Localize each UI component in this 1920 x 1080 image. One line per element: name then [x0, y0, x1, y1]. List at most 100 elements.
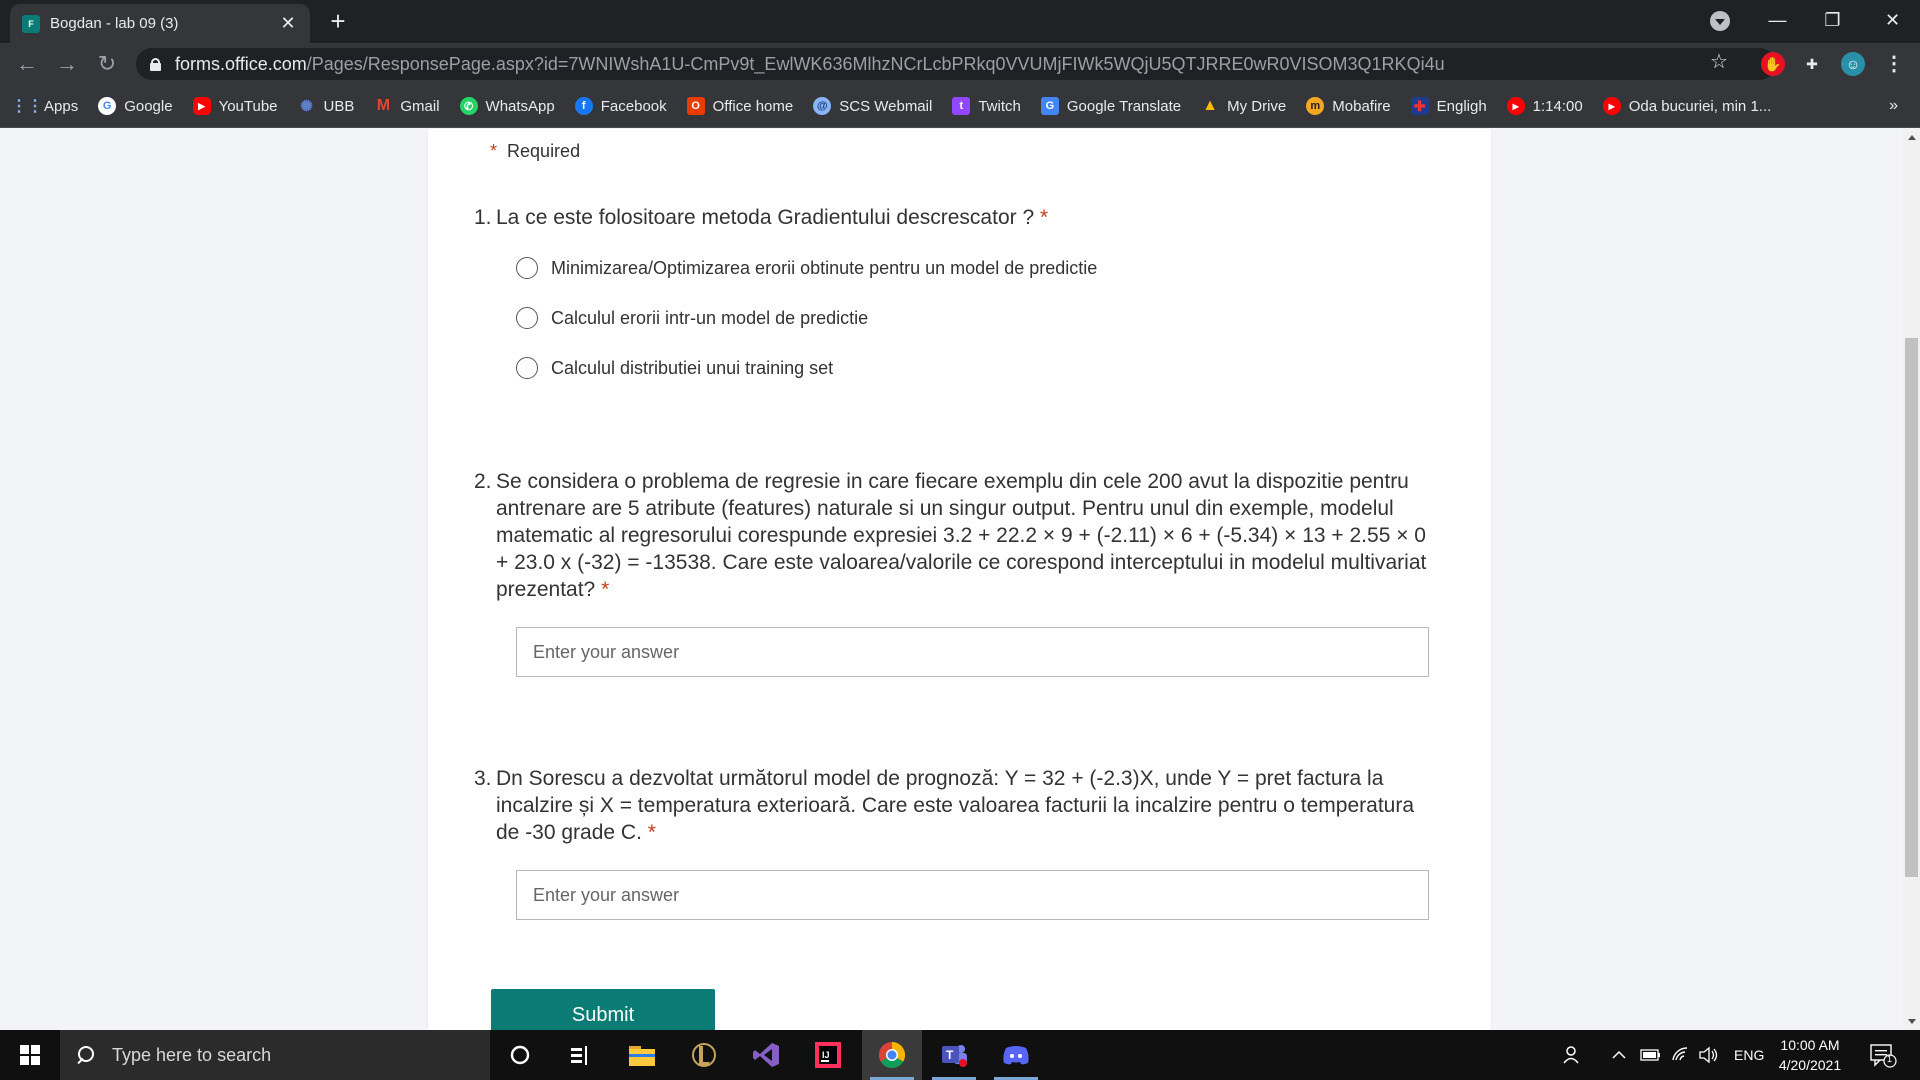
scroll-up-arrow-icon[interactable]: [1903, 129, 1920, 146]
drive-icon: ▲: [1202, 97, 1219, 114]
bookmark-label: Twitch: [978, 97, 1021, 115]
bookmark-video-1[interactable]: ▶ 1:14:00: [1506, 97, 1583, 115]
bookmark-twitch[interactable]: t Twitch: [952, 97, 1021, 115]
q1-option-3[interactable]: Calculul distributiei unui training set: [516, 357, 833, 379]
question-number: 1.: [474, 206, 492, 229]
lock-icon: [150, 58, 161, 71]
extensions-puzzle-icon[interactable]: ✚: [1800, 52, 1824, 76]
youtube-icon: ▶: [1602, 97, 1621, 115]
action-center-icon[interactable]: 1: [1868, 1040, 1898, 1070]
task-view-icon[interactable]: [550, 1030, 610, 1080]
bookmark-star-icon[interactable]: ☆: [1710, 49, 1728, 74]
bookmark-mobafire[interactable]: m Mobafire: [1306, 97, 1391, 115]
tab-search-icon[interactable]: [1710, 11, 1730, 31]
bookmark-video-2[interactable]: ▶ Oda bucuriei, min 1...: [1602, 97, 1771, 115]
radio-button[interactable]: [516, 357, 538, 379]
bookmark-ubb[interactable]: ✺ UBB: [298, 97, 354, 116]
required-asterisk: *: [647, 821, 656, 844]
bookmark-google[interactable]: G Google: [98, 97, 173, 115]
tab-close-icon[interactable]: ✕: [278, 13, 298, 34]
people-icon[interactable]: [1563, 1030, 1583, 1080]
discord-icon[interactable]: [986, 1030, 1046, 1080]
browser-tab-strip: F Bogdan - lab 09 (3) ✕ + — ❐ ✕: [0, 0, 1920, 43]
reload-button[interactable]: ↻: [92, 49, 122, 79]
form-card: * Required 1. La ce este folositoare met…: [428, 129, 1491, 1030]
clock-date: 4/20/2021: [1778, 1057, 1842, 1073]
radio-button[interactable]: [516, 257, 538, 279]
forward-button[interactable]: →: [52, 49, 82, 79]
bookmark-google-translate[interactable]: G Google Translate: [1040, 97, 1182, 115]
bookmark-apps[interactable]: ⋮⋮ Apps: [11, 97, 79, 116]
page-scrollbar[interactable]: [1903, 129, 1920, 1030]
wifi-icon[interactable]: [1671, 1030, 1691, 1080]
bookmark-label: YouTube: [218, 97, 278, 115]
bookmark-youtube[interactable]: ▶ YouTube: [192, 97, 278, 115]
tab-title: Bogdan - lab 09 (3): [50, 15, 179, 32]
browser-tab[interactable]: F Bogdan - lab 09 (3) ✕: [10, 4, 310, 43]
scroll-down-arrow-icon[interactable]: [1903, 1013, 1920, 1030]
start-button[interactable]: [0, 1030, 60, 1080]
adblock-extension-icon[interactable]: ✋: [1761, 52, 1785, 76]
bookmark-scs-webmail[interactable]: @ SCS Webmail: [813, 97, 932, 115]
browser-toolbar: ← → ↻ forms.office.com/Pages/ResponsePag…: [0, 43, 1920, 85]
taskbar-clock[interactable]: 10:00 AM 4/20/2021: [1765, 1035, 1855, 1075]
bookmark-label: Google: [124, 97, 173, 115]
back-button[interactable]: ←: [12, 49, 42, 79]
clock-time: 10:00 AM: [1780, 1037, 1840, 1053]
address-bar[interactable]: forms.office.com/Pages/ResponsePage.aspx…: [136, 48, 1776, 80]
answer-placeholder: Enter your answer: [533, 641, 680, 662]
q3-answer-input[interactable]: Enter your answer: [516, 870, 1429, 920]
cortana-icon[interactable]: [490, 1030, 550, 1080]
minimize-button[interactable]: —: [1750, 0, 1805, 40]
gmail-icon: M: [376, 97, 391, 114]
bookmark-label: Google Translate: [1066, 97, 1182, 115]
bookmark-gmail[interactable]: M Gmail: [374, 97, 440, 115]
close-window-button[interactable]: ✕: [1865, 0, 1920, 40]
bookmark-facebook[interactable]: f Facebook: [574, 97, 667, 115]
answer-placeholder: Enter your answer: [533, 884, 680, 905]
battery-icon[interactable]: [1640, 1030, 1662, 1080]
option-label: Calculul erorii intr-un model de predict…: [551, 307, 869, 328]
bookmark-label: Office home: [712, 97, 794, 115]
bookmark-label: WhatsApp: [485, 97, 555, 115]
chrome-icon[interactable]: [862, 1030, 922, 1080]
volume-icon[interactable]: [1698, 1030, 1720, 1080]
required-asterisk: *: [1039, 206, 1049, 229]
submit-button[interactable]: Submit: [491, 989, 715, 1030]
translate-icon: G: [1040, 97, 1059, 115]
radio-button[interactable]: [516, 307, 538, 329]
profile-avatar[interactable]: ☺: [1841, 52, 1865, 76]
chrome-menu-icon[interactable]: ⋮: [1884, 51, 1904, 76]
question-text: La ce este folositoare metoda Gradientul…: [496, 206, 1035, 229]
teams-icon[interactable]: T: [924, 1030, 984, 1080]
file-explorer-icon[interactable]: [612, 1030, 672, 1080]
apps-grid-icon: ⋮⋮: [11, 98, 43, 115]
bookmark-whatsapp[interactable]: ✆ WhatsApp: [459, 97, 555, 115]
scrollbar-thumb[interactable]: [1905, 338, 1918, 877]
bookmark-label: Apps: [44, 97, 79, 115]
required-asterisk: *: [601, 578, 610, 601]
svg-text:IJ: IJ: [822, 1050, 830, 1060]
question-number: 3.: [474, 767, 492, 790]
office-icon: O: [686, 97, 705, 115]
q2-answer-input[interactable]: Enter your answer: [516, 627, 1429, 677]
q1-option-2[interactable]: Calculul erorii intr-un model de predict…: [516, 307, 868, 329]
bookmarks-bar: ⋮⋮ Apps G Google ▶ YouTube ✺ UBB M Gmail ✆ Wha…: [0, 85, 1920, 128]
language-indicator[interactable]: ENG: [1734, 1030, 1764, 1080]
bookmark-my-drive[interactable]: ▲ My Drive: [1201, 97, 1286, 115]
new-tab-button[interactable]: +: [324, 6, 352, 36]
question-text: Se considera o problema de regresie in c…: [496, 470, 1427, 601]
show-hidden-icons-icon[interactable]: [1611, 1030, 1627, 1080]
bookmark-engligh[interactable]: ✚ Engligh: [1410, 97, 1487, 115]
question-2: 2. Se considera o problema de regresie i…: [474, 468, 1431, 603]
taskbar-search-box[interactable]: Type here to search: [60, 1030, 490, 1080]
intellij-icon[interactable]: IJ: [798, 1030, 858, 1080]
question-number: 2.: [474, 470, 492, 493]
restore-button[interactable]: ❐: [1805, 0, 1860, 40]
q1-option-1[interactable]: Minimizarea/Optimizarea erorii obtinute …: [516, 257, 1097, 279]
visual-studio-icon[interactable]: [736, 1030, 796, 1080]
bookmarks-overflow-button[interactable]: »: [1889, 97, 1898, 115]
youtube-icon: ▶: [1506, 97, 1525, 115]
league-icon[interactable]: [674, 1030, 734, 1080]
bookmark-office-home[interactable]: O Office home: [686, 97, 794, 115]
